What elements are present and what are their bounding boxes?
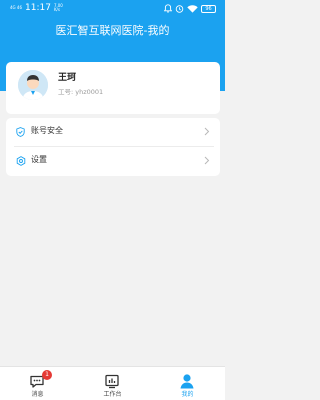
- network-speed: 7.00 K/s: [53, 3, 63, 12]
- unread-badge: 1: [42, 370, 52, 380]
- profile-card[interactable]: 王珂 工号: yhz0001: [6, 62, 220, 114]
- page-title: 医汇智互联网医院-我的: [55, 24, 170, 37]
- person-icon: [180, 374, 194, 389]
- network-indicator: 4G 46: [10, 5, 23, 10]
- bell-icon: [164, 4, 172, 13]
- user-name: 王珂: [58, 73, 77, 83]
- menu-item-settings[interactable]: 设置: [6, 147, 220, 175]
- bottom-tab-bar: 1 消息 工作台 我的: [0, 366, 225, 400]
- gear-icon: [16, 156, 26, 166]
- workbench-icon: [105, 374, 119, 389]
- menu-label-settings: 设置: [31, 155, 47, 164]
- tab-label-messages: 消息: [31, 391, 44, 398]
- clock: 11:17: [25, 3, 51, 13]
- alarm-icon: [175, 5, 184, 13]
- avatar[interactable]: [18, 70, 48, 100]
- employee-number: 工号: yhz0001: [58, 88, 104, 96]
- tab-label-mine: 我的: [181, 391, 194, 398]
- wifi-icon: [187, 4, 198, 13]
- battery-indicator: 96: [201, 4, 216, 13]
- tab-mine[interactable]: 我的: [150, 367, 225, 400]
- menu-label-account-security: 账号安全: [31, 126, 63, 135]
- menu-item-account-security[interactable]: 账号安全: [6, 118, 220, 146]
- tab-workbench[interactable]: 工作台: [75, 367, 150, 400]
- doctor-avatar-icon: [18, 70, 48, 100]
- status-bar: 4G 46 11:17 7.00 K/s 96: [0, 0, 225, 18]
- shield-icon: [16, 127, 25, 137]
- chevron-right-icon: [204, 156, 210, 165]
- settings-menu: 账号安全 设置: [6, 118, 220, 176]
- tab-label-workbench: 工作台: [103, 391, 122, 398]
- tab-messages[interactable]: 1 消息: [0, 367, 75, 400]
- chevron-right-icon: [204, 127, 210, 136]
